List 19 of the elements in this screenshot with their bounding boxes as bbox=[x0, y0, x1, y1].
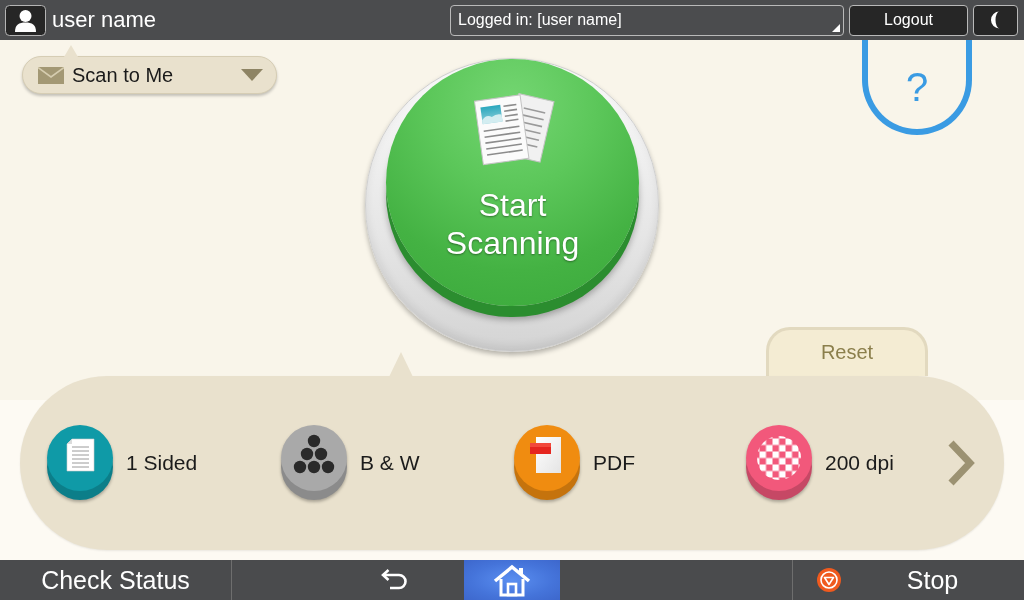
stop-button[interactable]: Stop bbox=[793, 560, 1024, 600]
setting-button[interactable]: PDF bbox=[514, 425, 635, 501]
caret-down-icon bbox=[241, 69, 263, 81]
user-icon bbox=[5, 4, 46, 36]
setting-button[interactable]: 200 dpi bbox=[746, 425, 894, 501]
job-selector-dropdown[interactable]: Scan to Me bbox=[22, 56, 277, 94]
setting-button[interactable]: 1 Sided bbox=[47, 425, 198, 501]
check-status-button[interactable]: Check Status bbox=[0, 560, 231, 600]
user-name: user name bbox=[52, 7, 156, 33]
home-icon bbox=[493, 563, 531, 597]
login-dropdown[interactable]: Logged in: [user name] bbox=[450, 4, 844, 36]
setting-button[interactable]: B & W bbox=[281, 425, 420, 501]
stop-icon bbox=[817, 568, 841, 592]
logout-button[interactable]: Logout bbox=[849, 4, 968, 36]
envelope-icon bbox=[38, 66, 64, 84]
corner-triangle-icon bbox=[832, 23, 840, 32]
home-button[interactable] bbox=[464, 560, 560, 600]
night-mode-button[interactable] bbox=[973, 4, 1018, 36]
return-arrow-icon bbox=[379, 569, 409, 591]
